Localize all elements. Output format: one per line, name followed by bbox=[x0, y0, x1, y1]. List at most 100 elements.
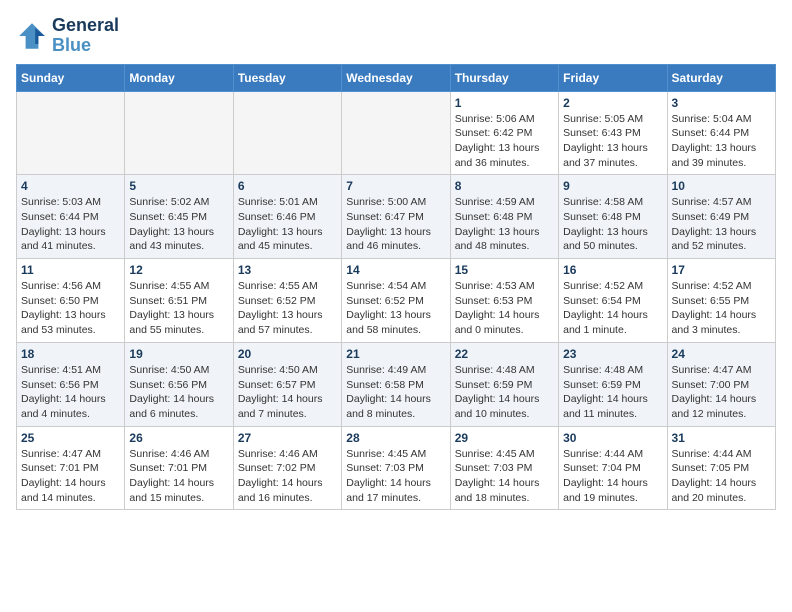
day-info: Sunrise: 4:44 AM Sunset: 7:05 PM Dayligh… bbox=[672, 447, 771, 506]
day-info: Sunrise: 4:56 AM Sunset: 6:50 PM Dayligh… bbox=[21, 279, 120, 338]
day-info: Sunrise: 4:52 AM Sunset: 6:55 PM Dayligh… bbox=[672, 279, 771, 338]
calendar-cell bbox=[233, 91, 341, 175]
calendar-row-4: 25 Sunrise: 4:47 AM Sunset: 7:01 PM Dayli… bbox=[17, 426, 776, 510]
day-info: Sunrise: 5:04 AM Sunset: 6:44 PM Dayligh… bbox=[672, 112, 771, 171]
day-info: Sunrise: 5:01 AM Sunset: 6:46 PM Dayligh… bbox=[238, 195, 337, 254]
weekday-header-friday: Friday bbox=[559, 64, 667, 91]
day-info: Sunrise: 4:52 AM Sunset: 6:54 PM Dayligh… bbox=[563, 279, 662, 338]
calendar-cell: 3 Sunrise: 5:04 AM Sunset: 6:44 PM Daylig… bbox=[667, 91, 775, 175]
day-number: 14 bbox=[346, 263, 445, 277]
calendar-cell: 20 Sunrise: 4:50 AM Sunset: 6:57 PM Dayli… bbox=[233, 342, 341, 426]
calendar-row-1: 4 Sunrise: 5:03 AM Sunset: 6:44 PM Daylig… bbox=[17, 175, 776, 259]
day-number: 19 bbox=[129, 347, 228, 361]
calendar-cell: 22 Sunrise: 4:48 AM Sunset: 6:59 PM Dayli… bbox=[450, 342, 558, 426]
calendar-cell: 15 Sunrise: 4:53 AM Sunset: 6:53 PM Dayli… bbox=[450, 259, 558, 343]
calendar-cell bbox=[342, 91, 450, 175]
day-info: Sunrise: 4:58 AM Sunset: 6:48 PM Dayligh… bbox=[563, 195, 662, 254]
calendar-cell: 31 Sunrise: 4:44 AM Sunset: 7:05 PM Dayli… bbox=[667, 426, 775, 510]
calendar-cell: 6 Sunrise: 5:01 AM Sunset: 6:46 PM Daylig… bbox=[233, 175, 341, 259]
day-info: Sunrise: 4:48 AM Sunset: 6:59 PM Dayligh… bbox=[455, 363, 554, 422]
day-number: 23 bbox=[563, 347, 662, 361]
calendar-cell: 14 Sunrise: 4:54 AM Sunset: 6:52 PM Dayli… bbox=[342, 259, 450, 343]
calendar-cell: 10 Sunrise: 4:57 AM Sunset: 6:49 PM Dayli… bbox=[667, 175, 775, 259]
calendar-cell: 27Sunrise: 4:46 AM Sunset: 7:02 PM Dayli… bbox=[233, 426, 341, 510]
calendar-cell: 12Sunrise: 4:55 AM Sunset: 6:51 PM Dayli… bbox=[125, 259, 233, 343]
calendar-cell: 26Sunrise: 4:46 AM Sunset: 7:01 PM Dayli… bbox=[125, 426, 233, 510]
day-number: 1 bbox=[455, 96, 554, 110]
calendar-table: SundayMondayTuesdayWednesdayThursdayFrid… bbox=[16, 64, 776, 511]
calendar-cell: 1 Sunrise: 5:06 AM Sunset: 6:42 PM Daylig… bbox=[450, 91, 558, 175]
weekday-header-row: SundayMondayTuesdayWednesdayThursdayFrid… bbox=[17, 64, 776, 91]
day-info: Sunrise: 4:47 AM Sunset: 7:01 PM Dayligh… bbox=[21, 447, 120, 506]
calendar-cell: 16 Sunrise: 4:52 AM Sunset: 6:54 PM Dayli… bbox=[559, 259, 667, 343]
day-number: 17 bbox=[672, 263, 771, 277]
calendar-cell bbox=[17, 91, 125, 175]
weekday-header-monday: Monday bbox=[125, 64, 233, 91]
calendar-cell: 5 Sunrise: 5:02 AM Sunset: 6:45 PM Daylig… bbox=[125, 175, 233, 259]
day-info: Sunrise: 5:03 AM Sunset: 6:44 PM Dayligh… bbox=[21, 195, 120, 254]
day-info: Sunrise: 4:50 AM Sunset: 6:57 PM Dayligh… bbox=[238, 363, 337, 422]
day-info: Sunrise: 4:55 AM Sunset: 6:51 PM Dayligh… bbox=[129, 279, 228, 338]
day-info: Sunrise: 4:45 AM Sunset: 7:03 PM Dayligh… bbox=[455, 447, 554, 506]
day-number: 16 bbox=[563, 263, 662, 277]
calendar-cell: 29Sunrise: 4:45 AM Sunset: 7:03 PM Dayli… bbox=[450, 426, 558, 510]
calendar-cell: 7 Sunrise: 5:00 AM Sunset: 6:47 PM Daylig… bbox=[342, 175, 450, 259]
calendar-cell: 4 Sunrise: 5:03 AM Sunset: 6:44 PM Daylig… bbox=[17, 175, 125, 259]
day-number: 11 bbox=[21, 263, 120, 277]
day-info: Sunrise: 4:51 AM Sunset: 6:56 PM Dayligh… bbox=[21, 363, 120, 422]
weekday-header-sunday: Sunday bbox=[17, 64, 125, 91]
day-number: 13 bbox=[238, 263, 337, 277]
day-number: 4 bbox=[21, 179, 120, 193]
day-number: 30 bbox=[563, 431, 662, 445]
calendar-cell bbox=[125, 91, 233, 175]
weekday-header-saturday: Saturday bbox=[667, 64, 775, 91]
day-info: Sunrise: 4:46 AM Sunset: 7:01 PM Dayligh… bbox=[129, 447, 228, 506]
calendar-cell: 2Sunrise: 5:05 AM Sunset: 6:43 PM Daylig… bbox=[559, 91, 667, 175]
calendar-cell: 28 Sunrise: 4:45 AM Sunset: 7:03 PM Dayli… bbox=[342, 426, 450, 510]
day-info: Sunrise: 5:05 AM Sunset: 6:43 PM Dayligh… bbox=[563, 112, 662, 171]
day-info: Sunrise: 4:54 AM Sunset: 6:52 PM Dayligh… bbox=[346, 279, 445, 338]
calendar-row-3: 18 Sunrise: 4:51 AM Sunset: 6:56 PM Dayli… bbox=[17, 342, 776, 426]
day-info: Sunrise: 4:47 AM Sunset: 7:00 PM Dayligh… bbox=[672, 363, 771, 422]
day-number: 22 bbox=[455, 347, 554, 361]
day-info: Sunrise: 5:02 AM Sunset: 6:45 PM Dayligh… bbox=[129, 195, 228, 254]
calendar-cell: 30 Sunrise: 4:44 AM Sunset: 7:04 PM Dayli… bbox=[559, 426, 667, 510]
day-info: Sunrise: 4:44 AM Sunset: 7:04 PM Dayligh… bbox=[563, 447, 662, 506]
day-number: 10 bbox=[672, 179, 771, 193]
weekday-header-tuesday: Tuesday bbox=[233, 64, 341, 91]
day-info: Sunrise: 4:53 AM Sunset: 6:53 PM Dayligh… bbox=[455, 279, 554, 338]
calendar-cell: 25 Sunrise: 4:47 AM Sunset: 7:01 PM Dayli… bbox=[17, 426, 125, 510]
page-header: General Blue bbox=[16, 16, 776, 56]
day-info: Sunrise: 4:48 AM Sunset: 6:59 PM Dayligh… bbox=[563, 363, 662, 422]
day-info: Sunrise: 4:57 AM Sunset: 6:49 PM Dayligh… bbox=[672, 195, 771, 254]
weekday-header-thursday: Thursday bbox=[450, 64, 558, 91]
day-number: 3 bbox=[672, 96, 771, 110]
day-number: 27 bbox=[238, 431, 337, 445]
day-number: 18 bbox=[21, 347, 120, 361]
calendar-cell: 23 Sunrise: 4:48 AM Sunset: 6:59 PM Dayli… bbox=[559, 342, 667, 426]
logo-icon bbox=[16, 20, 48, 52]
calendar-cell: 9Sunrise: 4:58 AM Sunset: 6:48 PM Daylig… bbox=[559, 175, 667, 259]
calendar-cell: 21Sunrise: 4:49 AM Sunset: 6:58 PM Dayli… bbox=[342, 342, 450, 426]
logo-text: General Blue bbox=[52, 16, 119, 56]
day-number: 28 bbox=[346, 431, 445, 445]
calendar-cell: 8Sunrise: 4:59 AM Sunset: 6:48 PM Daylig… bbox=[450, 175, 558, 259]
calendar-cell: 19Sunrise: 4:50 AM Sunset: 6:56 PM Dayli… bbox=[125, 342, 233, 426]
day-number: 24 bbox=[672, 347, 771, 361]
day-info: Sunrise: 4:55 AM Sunset: 6:52 PM Dayligh… bbox=[238, 279, 337, 338]
day-number: 15 bbox=[455, 263, 554, 277]
calendar-cell: 18 Sunrise: 4:51 AM Sunset: 6:56 PM Dayli… bbox=[17, 342, 125, 426]
day-number: 20 bbox=[238, 347, 337, 361]
day-number: 5 bbox=[129, 179, 228, 193]
day-info: Sunrise: 5:00 AM Sunset: 6:47 PM Dayligh… bbox=[346, 195, 445, 254]
day-number: 7 bbox=[346, 179, 445, 193]
day-number: 6 bbox=[238, 179, 337, 193]
day-number: 31 bbox=[672, 431, 771, 445]
calendar-row-2: 11 Sunrise: 4:56 AM Sunset: 6:50 PM Dayli… bbox=[17, 259, 776, 343]
day-info: Sunrise: 4:45 AM Sunset: 7:03 PM Dayligh… bbox=[346, 447, 445, 506]
day-info: Sunrise: 5:06 AM Sunset: 6:42 PM Dayligh… bbox=[455, 112, 554, 171]
calendar-row-0: 1 Sunrise: 5:06 AM Sunset: 6:42 PM Daylig… bbox=[17, 91, 776, 175]
day-info: Sunrise: 4:59 AM Sunset: 6:48 PM Dayligh… bbox=[455, 195, 554, 254]
calendar-cell: 17 Sunrise: 4:52 AM Sunset: 6:55 PM Dayli… bbox=[667, 259, 775, 343]
day-number: 25 bbox=[21, 431, 120, 445]
